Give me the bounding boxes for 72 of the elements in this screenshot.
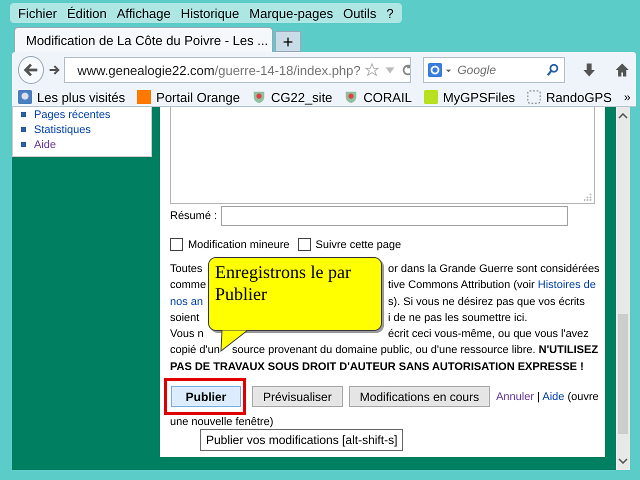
checkbox-label: Suivre cette page — [316, 238, 402, 250]
scroll-down-icon[interactable] — [618, 458, 628, 464]
bookmark[interactable]: RandoGPS — [527, 90, 612, 104]
tooltip: Publier vos modifications [alt-shift-s] — [200, 429, 404, 451]
menu-item[interactable]: Historique — [180, 6, 240, 20]
new-tab-button[interactable]: + — [275, 31, 301, 52]
menu-item[interactable]: Outils — [343, 6, 376, 20]
menu-item[interactable]: Affichage — [116, 6, 171, 20]
bullet-icon — [21, 112, 26, 117]
address-bar[interactable]: www.genealogie22.com/guerre-14-18/index.php? — [64, 57, 412, 83]
star-icon[interactable] — [364, 63, 379, 77]
more-bookmarks-button[interactable]: » — [624, 90, 630, 104]
back-arrow-icon — [22, 61, 40, 79]
scroll-up-icon[interactable] — [618, 113, 628, 119]
search-engine-icon[interactable] — [428, 63, 442, 77]
back-button[interactable] — [18, 56, 44, 84]
license-text: or dans la Grande Guerre sont considérées — [388, 263, 600, 275]
blank-page-icon — [527, 90, 542, 104]
bookmark[interactable]: Les plus visités — [18, 90, 126, 104]
menu-item[interactable]: Marque-pages — [249, 6, 334, 20]
sidebar-link[interactable]: Pages récentes — [34, 108, 110, 120]
shield-icon — [252, 90, 266, 104]
checkbox[interactable] — [170, 238, 183, 251]
summary-label: Résumé : — [170, 210, 218, 222]
help-note: une nouvelle fenêtre) — [170, 416, 274, 428]
forward-icon[interactable] — [48, 63, 60, 77]
search-box[interactable]: Google — [423, 57, 566, 83]
bullet-icon — [21, 142, 26, 147]
form-button[interactable]: Prévisualiser — [252, 386, 343, 408]
license-text: copié d'un — [170, 344, 220, 356]
resize-grip-icon[interactable] — [584, 193, 592, 201]
license-text: source provenant du domaine public, ou d'une ressource libre. N'UTILISEZ — [232, 344, 598, 356]
license-link[interactable]: Histoires de — [538, 279, 596, 292]
bookmark[interactable]: CORAIL — [344, 90, 412, 104]
menu-item[interactable]: Édition — [67, 6, 107, 20]
license-text: Toutes — [170, 263, 202, 275]
sidebar-link[interactable]: Aide — [34, 138, 56, 150]
bookmark[interactable]: MyGPSFiles — [424, 90, 516, 104]
form-button[interactable]: Modifications en cours — [348, 386, 490, 408]
square-logo-icon — [424, 90, 438, 104]
summary-field[interactable] — [221, 206, 568, 226]
shield-icon — [344, 90, 358, 104]
bookmark[interactable]: Portail Orange — [137, 90, 240, 104]
checkbox-label: Modification mineure — [188, 238, 290, 250]
license-text: tive Commons Attribution (voir — [388, 279, 536, 292]
license-text: PAS DE TRAVAUX SOUS DROIT D'AUTEUR SANS AUTORISATION EXPRESSE ! — [170, 360, 584, 373]
license-text: soient — [170, 312, 200, 324]
checkbox[interactable] — [298, 238, 310, 251]
license-text: Vous n — [170, 328, 204, 340]
help-link[interactable]: Aide — [542, 390, 564, 403]
license-text: comme — [170, 279, 206, 292]
browser-tab[interactable]: Modification de La Côte du Poivre - Les ... — [14, 27, 273, 52]
bullet-icon — [21, 127, 26, 132]
license-link[interactable]: nos an — [170, 296, 204, 308]
form-button[interactable]: Publier — [171, 386, 241, 408]
scrollbar-thumb[interactable] — [618, 314, 628, 434]
sidebar-link[interactable]: Statistiques — [34, 124, 91, 136]
menu-item[interactable]: ? — [386, 6, 394, 20]
license-text: écrit ceci vous-même, ou que vous l'avez — [388, 328, 589, 340]
separator: | — [537, 390, 540, 403]
help-note: (ouvre — [567, 390, 599, 403]
home-icon[interactable] — [614, 61, 630, 79]
search-icon[interactable] — [546, 63, 560, 77]
reload-icon[interactable] — [400, 63, 410, 77]
license-text: i de ne pas les soumettre ici. — [388, 312, 528, 324]
scrollbar[interactable] — [616, 107, 630, 470]
cancel-link[interactable]: Annuler — [496, 390, 534, 403]
menu-item[interactable]: Fichier — [18, 6, 58, 20]
bookmark[interactable]: CG22_site — [252, 90, 332, 104]
license-text: s). Si vous ne désirez pas que vos écrits — [388, 296, 585, 308]
caret-icon[interactable] — [445, 66, 452, 74]
square-logo-icon — [137, 90, 152, 104]
